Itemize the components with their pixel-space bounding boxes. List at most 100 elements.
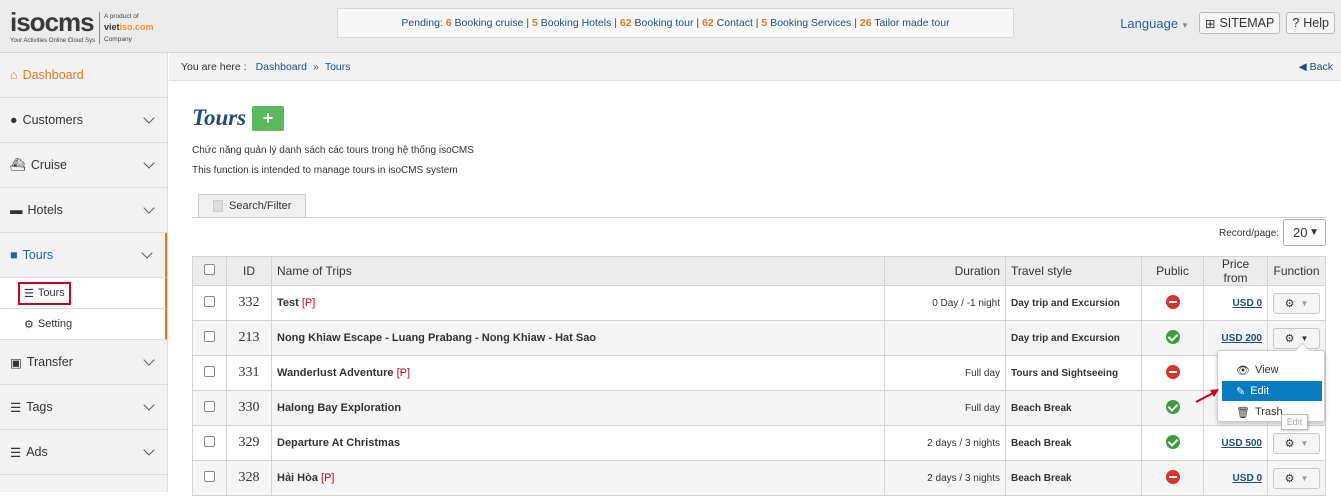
main-content: You are here : Dashboard » Tours ◀ Back T… xyxy=(169,53,1341,496)
gear-icon: ⚙ xyxy=(1284,297,1295,310)
sidebar-item-tags[interactable]: ☰ Tags xyxy=(0,385,167,430)
row-id: 329 xyxy=(226,425,272,461)
function-button[interactable]: ⚙▼ xyxy=(1273,432,1320,454)
row-checkbox[interactable] xyxy=(204,366,215,377)
top-bar: isocms Your Activities Online Cloud Sys … xyxy=(0,0,1341,53)
pending-item-booking-services[interactable]: 5 Booking Services xyxy=(761,17,851,29)
help-button[interactable]: ? Help xyxy=(1286,12,1335,34)
sidebar-subitem-tours[interactable]: ☰ Tours xyxy=(0,278,167,309)
car-icon: ▣ xyxy=(10,355,22,370)
row-id: 328 xyxy=(226,460,272,496)
pending-item-booking-tour[interactable]: 62 Booking tour xyxy=(620,17,694,29)
row-checkbox[interactable] xyxy=(204,296,215,307)
row-price-link[interactable]: USD 200 xyxy=(1221,333,1262,344)
breadcrumb-dashboard-link[interactable]: Dashboard xyxy=(256,61,307,73)
col-id[interactable]: ID xyxy=(226,256,272,286)
language-dropdown[interactable]: Language ▼ xyxy=(1120,16,1189,31)
pending-item-tailor-made-tour[interactable]: 26 Tailor made tour xyxy=(860,17,950,29)
caret-down-icon: ▼ xyxy=(1181,20,1189,30)
red-arrow-annotation xyxy=(1195,389,1219,403)
public-check-icon[interactable] xyxy=(1165,399,1180,414)
sidebar-item-hotels[interactable]: ▬ Hotels xyxy=(0,188,167,233)
sidebar-item-customers[interactable]: ● Customers xyxy=(0,98,167,143)
logo-company: Company xyxy=(104,36,132,43)
row-price-link[interactable]: USD 0 xyxy=(1233,298,1262,309)
row-travel-style: Beach Break xyxy=(1005,425,1142,461)
not-public-icon[interactable] xyxy=(1165,294,1180,309)
row-duration: 2 days / 3 nights xyxy=(884,460,1006,496)
gear-icon: ⚙ xyxy=(1284,472,1295,485)
col-price[interactable]: Price from xyxy=(1203,256,1268,286)
row-id: 331 xyxy=(226,355,272,391)
logo-product-of: A product of xyxy=(104,13,139,20)
logo[interactable]: isocms Your Activities Online Cloud Sys … xyxy=(10,8,170,48)
add-tour-button[interactable]: + xyxy=(252,106,284,131)
pending-bar: Pending: 6 Booking cruise | 5 Booking Ho… xyxy=(337,8,1014,38)
chevron-down-icon xyxy=(141,247,153,259)
col-public[interactable]: Public xyxy=(1141,256,1204,286)
row-name[interactable]: Hải Hòa [P] xyxy=(271,460,885,496)
menu-item-edit[interactable]: ✎ Edit xyxy=(1222,381,1322,401)
gear-icon: ⚙ xyxy=(24,318,34,331)
list-icon: ☰ xyxy=(10,400,22,415)
col-style[interactable]: Travel style xyxy=(1005,256,1142,286)
logo-company-brand: vietiso.com xyxy=(104,22,154,32)
table-row: 328 Hải Hòa [P] 2 days / 3 nights Beach Bre… xyxy=(192,460,1326,496)
pending-item-booking-hotels[interactable]: 5 Booking Hotels xyxy=(532,17,611,29)
list-icon: ☰ xyxy=(24,287,34,300)
menu-item-view[interactable]: 👁 View xyxy=(1222,360,1322,380)
gear-icon: ⚙ xyxy=(1284,437,1295,450)
not-public-icon[interactable] xyxy=(1165,364,1180,379)
pending-item-contact[interactable]: 62 Contact xyxy=(702,17,753,29)
caret-down-icon: ▼ xyxy=(1300,438,1309,448)
col-duration[interactable]: Duration xyxy=(884,256,1006,286)
sidebar-subitem-setting[interactable]: ⚙ Setting xyxy=(0,309,167,340)
sidebar-item-ads[interactable]: ☰ Ads xyxy=(0,430,167,475)
row-name[interactable]: Test [P] xyxy=(271,285,885,321)
record-per-page-label: Record/page: xyxy=(1219,228,1280,239)
breadcrumb: You are here : Dashboard » Tours ◀ Back xyxy=(169,53,1341,81)
row-checkbox[interactable] xyxy=(204,401,215,412)
row-id: 213 xyxy=(226,320,272,356)
select-all-checkbox[interactable] xyxy=(204,264,215,275)
row-checkbox[interactable] xyxy=(204,331,215,342)
sidebar: ⌂ Dashboard ● Customers ⛴ Cruise ▬ Hotels ■ T… xyxy=(0,53,168,492)
col-name[interactable]: Name of Trips xyxy=(271,256,885,286)
edit-tooltip: Edit xyxy=(1281,414,1308,430)
sidebar-item-tours[interactable]: ■ Tours xyxy=(0,233,167,278)
row-id: 330 xyxy=(226,390,272,426)
public-check-icon[interactable] xyxy=(1165,434,1180,449)
function-button[interactable]: ⚙▼ xyxy=(1273,292,1320,314)
sidebar-item-transfer[interactable]: ▣ Transfer xyxy=(0,340,167,385)
row-name[interactable]: Departure At Christmas xyxy=(271,425,885,461)
row-duration xyxy=(884,320,1006,356)
row-id: 332 xyxy=(226,285,272,321)
trash-icon: 🗑 xyxy=(1236,406,1250,419)
record-per-page-select[interactable]: 20 ▼ xyxy=(1283,219,1326,246)
sidebar-item-cruise[interactable]: ⛴ Cruise xyxy=(0,143,167,188)
row-travel-style: Beach Break xyxy=(1005,390,1142,426)
caret-down-icon: ▼ xyxy=(1309,227,1319,238)
chevron-down-icon xyxy=(143,112,155,124)
row-price-link[interactable]: USD 0 xyxy=(1233,473,1262,484)
function-dropdown-menu: 👁 View ✎ Edit 🗑 Trash xyxy=(1217,350,1325,422)
description-en: This function is intended to manage tour… xyxy=(192,165,458,176)
table-row: 213 Nong Khiaw Escape - Luang Prabang - N… xyxy=(192,320,1326,356)
function-button[interactable]: ⚙▼ xyxy=(1273,467,1320,489)
not-public-icon[interactable] xyxy=(1165,469,1180,484)
row-name[interactable]: Nong Khiaw Escape - Luang Prabang - Nong… xyxy=(271,320,885,356)
back-link[interactable]: ◀ Back xyxy=(1299,61,1333,73)
row-price-link[interactable]: USD 500 xyxy=(1221,438,1262,449)
public-check-icon[interactable] xyxy=(1165,329,1180,344)
pending-item-booking-cruise[interactable]: 6 Booking cruise xyxy=(446,17,524,29)
row-name[interactable]: Halong Bay Exploration xyxy=(271,390,885,426)
sitemap-button[interactable]: ⊞ SITEMAP xyxy=(1198,12,1281,34)
logo-tagline: Your Activities Online Cloud Sys xyxy=(10,38,96,44)
sidebar-item-dashboard[interactable]: ⌂ Dashboard xyxy=(0,53,167,98)
breadcrumb-tours-link[interactable]: Tours xyxy=(325,61,351,73)
row-name[interactable]: Wanderlust Adventure [P] xyxy=(271,355,885,391)
row-checkbox[interactable] xyxy=(204,471,215,482)
row-checkbox[interactable] xyxy=(204,436,215,447)
tab-search-filter[interactable]: Search/Filter xyxy=(198,194,306,217)
function-button[interactable]: ⚙▼ xyxy=(1273,327,1320,349)
